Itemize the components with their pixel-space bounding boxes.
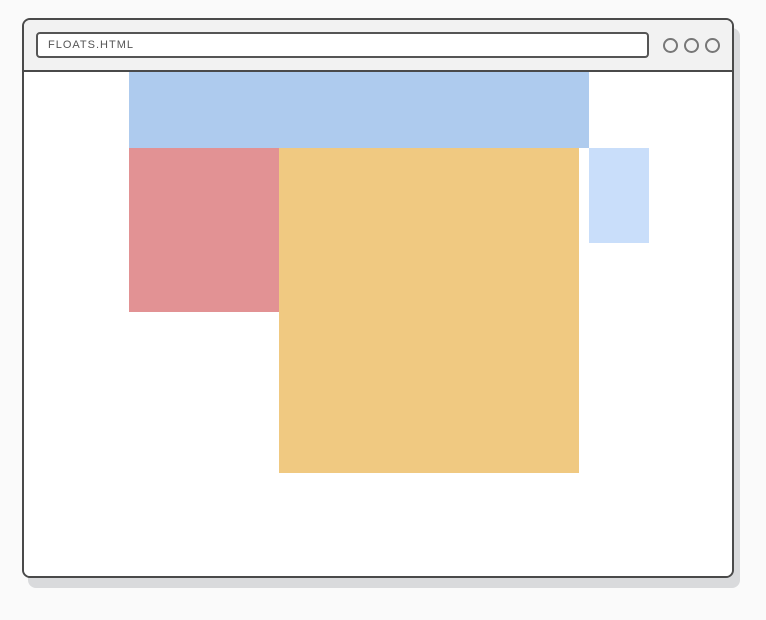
titlebar: FLOATS.HTML [24,20,732,72]
window-control-dot[interactable] [705,38,720,53]
address-text: FLOATS.HTML [48,39,134,51]
viewport [24,72,732,576]
window-control-dot[interactable] [684,38,699,53]
window-control-dot[interactable] [663,38,678,53]
address-bar[interactable]: FLOATS.HTML [36,32,649,58]
float-main-box [279,148,579,473]
float-header-box [129,72,589,148]
browser-window: FLOATS.HTML [22,18,734,578]
window-controls [663,38,720,53]
float-right-box [589,148,649,243]
float-left-box [129,148,279,312]
